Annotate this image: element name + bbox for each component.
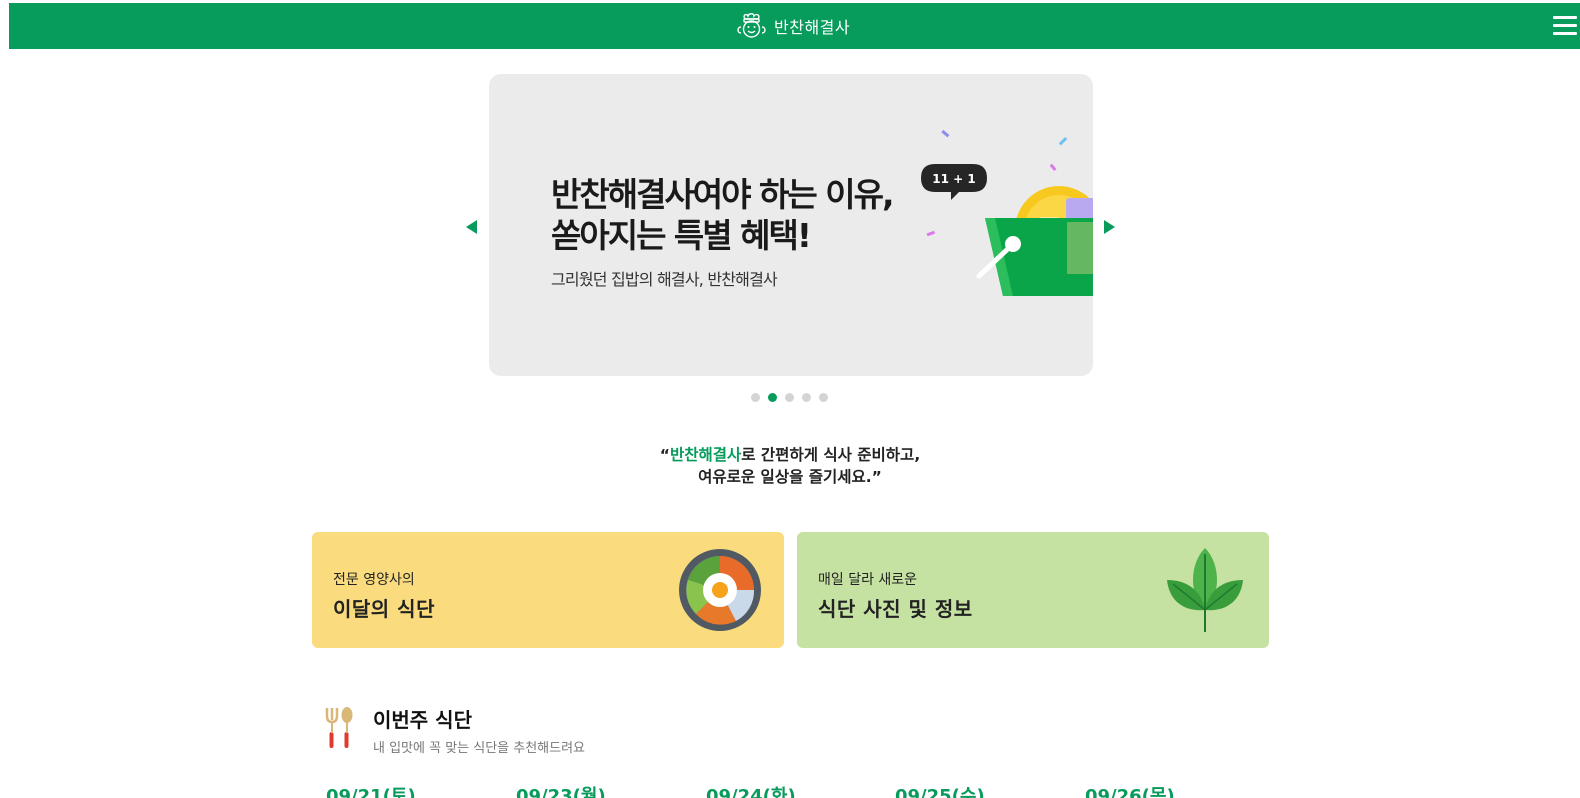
day-tab-1[interactable]: 09/21(토) bbox=[326, 782, 416, 798]
carousel-pagination bbox=[751, 393, 828, 403]
carousel-dot-3[interactable] bbox=[785, 393, 794, 402]
badge-11-plus-1: 11 + 1 bbox=[932, 172, 975, 186]
chef-logo-icon bbox=[737, 13, 766, 38]
promo-carousel[interactable]: 반찬해결사여야 하는 이유, 쏟아지는 특별 혜택! 그리웠던 집밥의 해결사,… bbox=[489, 74, 1093, 376]
brand-quote: “반찬해결사로 간편하게 식사 준비하고, 여유로운 일상을 즐기세요.” bbox=[0, 444, 1580, 488]
week-menu-title: 이번주 식단 bbox=[373, 708, 472, 732]
brand-logo[interactable]: 반찬해결사 bbox=[736, 13, 850, 39]
top-header: 반찬해결사 bbox=[9, 3, 1580, 49]
carousel-dot-1[interactable] bbox=[751, 393, 760, 402]
quote-highlight: 반찬해결사 bbox=[669, 446, 742, 464]
slide-title-line2: 쏟아지는 특별 혜택! bbox=[551, 216, 812, 255]
carousel-dot-5[interactable] bbox=[819, 393, 828, 402]
monthly-card-title: 이달의 식단 bbox=[333, 597, 435, 621]
quote-line2: 여유로운 일상을 즐기세요.” bbox=[698, 468, 882, 486]
quote-open-mark: “ bbox=[659, 446, 670, 464]
monthly-card-caption: 전문 영양사의 bbox=[333, 572, 415, 588]
carousel-next-icon[interactable] bbox=[1103, 220, 1115, 234]
day-tab-3[interactable]: 09/24(화) bbox=[706, 782, 796, 798]
slide-title-line1: 반찬해결사여야 하는 이유, bbox=[551, 175, 894, 214]
carousel-dot-4[interactable] bbox=[802, 393, 811, 402]
quote-line1-rest: 로 간편하게 식사 준비하고, bbox=[741, 446, 921, 464]
fork-spoon-icon bbox=[325, 707, 353, 748]
daily-card-title: 식단 사진 및 정보 bbox=[818, 597, 973, 621]
hamburger-menu-icon[interactable] bbox=[1553, 16, 1577, 36]
slide-subtitle: 그리웠던 집밥의 해결사, 반찬해결사 bbox=[551, 270, 778, 289]
leaf-plant-icon bbox=[1167, 548, 1243, 632]
brand-name: 반찬해결사 bbox=[774, 18, 851, 37]
week-menu-subtitle: 내 입맛에 꼭 맞는 식단을 추천해드려요 bbox=[373, 741, 586, 756]
carousel-prev-icon[interactable] bbox=[466, 220, 478, 234]
slide-title: 반찬해결사여야 하는 이유, 쏟아지는 특별 혜택! bbox=[551, 174, 894, 256]
monthly-menu-card[interactable]: 전문 영양사의 이달의 식단 bbox=[312, 532, 784, 648]
carousel-dot-2[interactable] bbox=[768, 393, 777, 402]
daily-menu-card[interactable]: 매일 달라 새로운 식단 사진 및 정보 bbox=[797, 532, 1269, 648]
day-tab-4[interactable]: 09/25(수) bbox=[895, 782, 985, 798]
daily-card-caption: 매일 달라 새로운 bbox=[818, 572, 918, 588]
gift-box-illustration: P 11 + 1 bbox=[921, 129, 1093, 296]
bibimbap-bowl-icon bbox=[679, 549, 761, 631]
quote-line1: “반찬해결사로 간편하게 식사 준비하고, bbox=[0, 444, 1580, 466]
day-tab-5[interactable]: 09/26(목) bbox=[1085, 782, 1175, 798]
day-tab-2[interactable]: 09/23(월) bbox=[516, 782, 606, 798]
